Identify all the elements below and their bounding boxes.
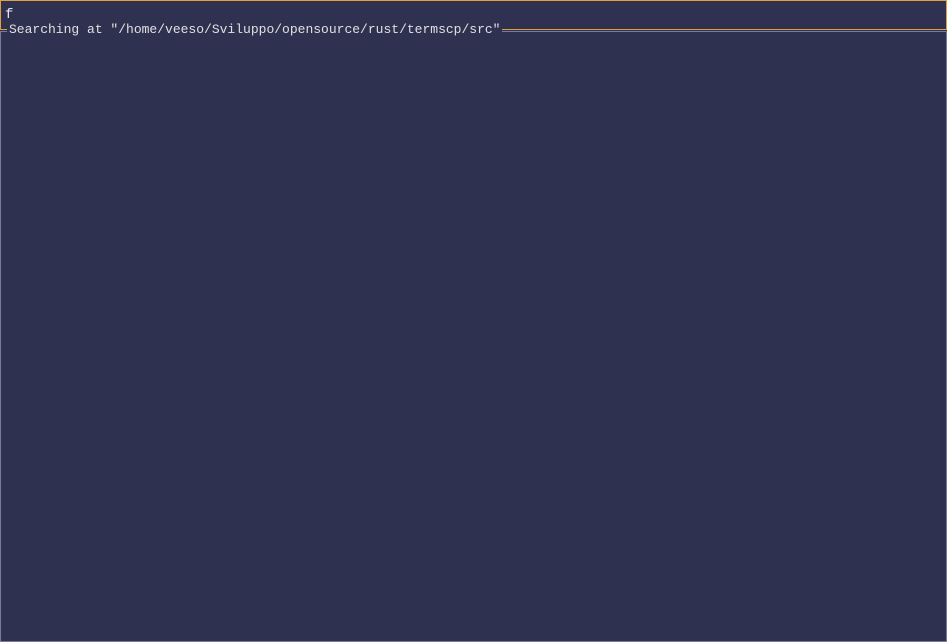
search-results-panel: Searching at "/home/veeso/Sviluppo/opens… bbox=[0, 31, 947, 642]
search-input[interactable] bbox=[5, 7, 942, 23]
panel-title: Searching at "/home/veeso/Sviluppo/opens… bbox=[7, 22, 502, 37]
terminal-container: Searching at "/home/veeso/Sviluppo/opens… bbox=[0, 0, 947, 642]
